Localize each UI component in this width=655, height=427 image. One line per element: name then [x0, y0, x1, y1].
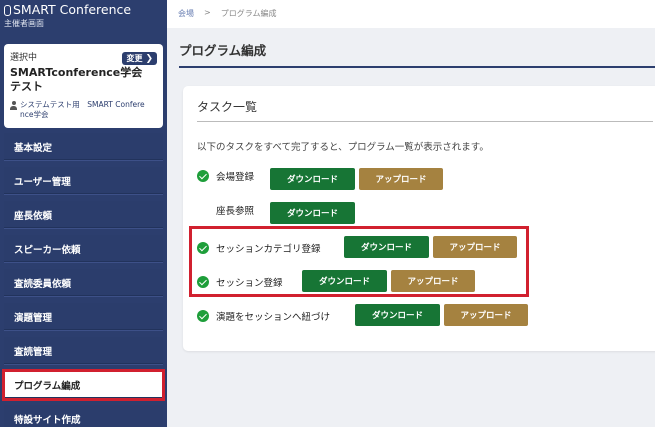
- conference-name: SMARTconference学会 テスト: [10, 66, 154, 93]
- task-row: 演題をセッションへ紐づけ: [197, 309, 330, 323]
- menu-item-basic-settings[interactable]: 基本設定: [4, 133, 163, 161]
- breadcrumb-home[interactable]: 会場: [178, 8, 194, 20]
- task-intro-text: 以下のタスクをすべて完了すると、プログラム一覧が表示されます。: [197, 142, 489, 153]
- task-row: 会場登録: [197, 169, 254, 183]
- brand-logo-icon: [4, 4, 11, 16]
- chevron-right-icon: ❯: [145, 53, 153, 64]
- upload-button[interactable]: アップロード: [359, 168, 443, 190]
- menu-item-review-management[interactable]: 査読管理: [4, 337, 163, 365]
- check-circle-icon: [197, 310, 209, 322]
- brand-subtitle: 主催者画面: [4, 19, 44, 28]
- task-label: 演題をセッションへ紐づけ: [216, 312, 331, 323]
- breadcrumb: 会場 > プログラム編成: [167, 0, 655, 28]
- task-row: 座長参照: [197, 203, 254, 217]
- brand[interactable]: SMART Conference 主催者画面: [0, 0, 167, 34]
- download-button[interactable]: ダウンロード: [355, 304, 440, 326]
- selected-user: システムテスト用 SMART Confere nce学会: [10, 100, 157, 120]
- menu-item-chair-request[interactable]: 座長依頼: [4, 201, 163, 229]
- task-label: 座長参照: [216, 206, 255, 217]
- breadcrumb-separator: >: [204, 8, 211, 17]
- task-label: 会場登録: [216, 172, 255, 183]
- card-title: タスク一覧: [197, 98, 653, 122]
- breadcrumb-current: プログラム編成: [220, 9, 277, 18]
- brand-title: SMART Conference: [13, 2, 132, 17]
- selected-conference-card: 選択中 変更 ❯ SMARTconference学会 テスト システムテスト用 …: [4, 44, 163, 128]
- check-circle-icon: [197, 170, 209, 182]
- change-button[interactable]: 変更 ❯: [122, 52, 157, 65]
- upload-button[interactable]: アップロード: [444, 304, 528, 326]
- highlight-box: [189, 226, 529, 297]
- download-button[interactable]: ダウンロード: [270, 168, 355, 190]
- download-button[interactable]: ダウンロード: [270, 202, 355, 224]
- sidebar: SMART Conference 主催者画面 選択中 変更 ❯ SMARTcon…: [0, 0, 167, 427]
- menu-item-special-site[interactable]: 特設サイト作成: [4, 405, 163, 427]
- menu-item-user-management[interactable]: ユーザー管理: [4, 167, 163, 195]
- menu-item-speaker-request[interactable]: スピーカー依頼: [4, 235, 163, 263]
- page-title: プログラム編成: [179, 40, 655, 68]
- menu-item-reviewer-request[interactable]: 査読委員依頼: [4, 269, 163, 297]
- sidebar-menu: 基本設定 ユーザー管理 座長依頼 スピーカー依頼 査読委員依頼 演題管理 査読管…: [0, 133, 167, 427]
- menu-item-program-organization[interactable]: プログラム編成: [2, 369, 165, 401]
- user-icon: [10, 101, 17, 110]
- menu-item-abstract-management[interactable]: 演題管理: [4, 303, 163, 331]
